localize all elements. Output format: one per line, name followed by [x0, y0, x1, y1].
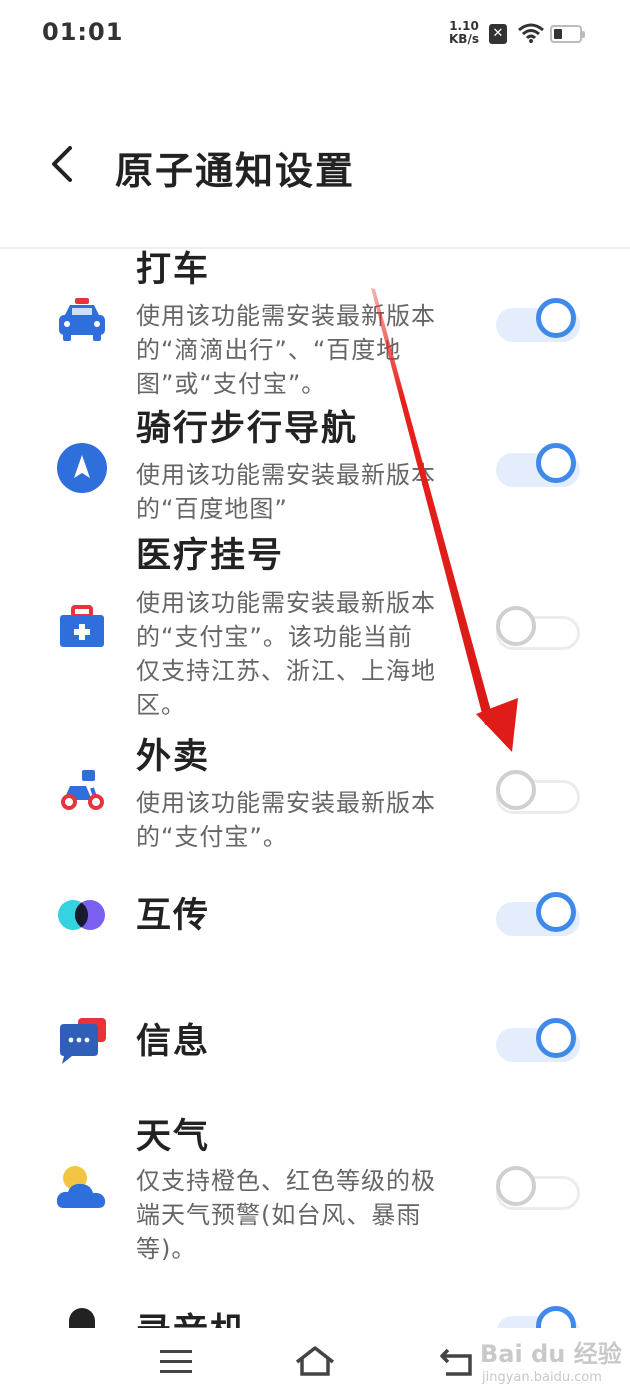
- setting-row-taxi: 打车 使用该功能需安装最新版本的“滴滴出行”、“百度地图”或“支付宝”。: [0, 250, 630, 400]
- setting-title: 天气: [136, 1117, 211, 1157]
- scooter-icon: [61, 770, 104, 810]
- header-divider: [0, 247, 630, 249]
- setting-title: 打车: [136, 250, 211, 290]
- watermark-logo: Bai du 经验: [480, 1340, 622, 1368]
- setting-description: 使用该功能需安装最新版本的“滴滴出行”、“百度地图”或“支付宝”。: [136, 302, 436, 398]
- navigation-icon: [57, 443, 107, 493]
- setting-row-delivery: 外卖 使用该功能需安装最新版本的“支付宝”。: [0, 730, 630, 860]
- recorder-toggle[interactable]: [496, 1304, 580, 1328]
- battery-icon: [550, 25, 585, 43]
- speed-unit: KB/s: [449, 32, 479, 46]
- recorder-icon: [69, 1308, 95, 1328]
- network-speed: 1.10 KB/s: [449, 20, 479, 46]
- page-title: 原子通知设置: [115, 149, 356, 193]
- watermark-url: jingyan.baidu.com: [482, 1370, 602, 1385]
- message-toggle[interactable]: [496, 1016, 580, 1062]
- setting-description: 使用该功能需安装最新版本的“支付宝”。该功能当前仅支持江苏、浙江、上海地区。: [136, 589, 436, 719]
- menu-icon[interactable]: [154, 1342, 198, 1382]
- status-bar: 01:01 1.10 KB/s ✕: [0, 0, 630, 70]
- setting-title: 医疗挂号: [136, 536, 285, 576]
- setting-row-weather: 天气 仅支持橙色、红色等级的极端天气预警(如台风、暴雨等)。: [0, 1112, 630, 1302]
- setting-row-navigation: 骑行步行导航 使用该功能需安装最新版本的“百度地图”: [0, 402, 630, 532]
- no-sim-icon: ✕: [489, 24, 507, 44]
- setting-description: 使用该功能需安装最新版本的“百度地图”: [136, 461, 436, 523]
- taxi-icon: [59, 298, 105, 341]
- setting-row-recorder: 录音机: [0, 1304, 630, 1328]
- setting-row-medical: 医疗挂号 使用该功能需安装最新版本的“支付宝”。该功能当前仅支持江苏、浙江、上海…: [0, 534, 630, 724]
- setting-title: 录音机: [136, 1310, 247, 1328]
- status-time: 01:01: [42, 18, 124, 46]
- setting-description: 使用该功能需安装最新版本的“支付宝”。: [136, 789, 436, 851]
- weather-toggle[interactable]: [496, 1164, 580, 1210]
- transfer-icon: [58, 900, 105, 930]
- navigation-toggle[interactable]: [496, 441, 580, 487]
- home-icon[interactable]: [293, 1342, 337, 1382]
- setting-description: 仅支持橙色、红色等级的极端天气预警(如台风、暴雨等)。: [136, 1167, 436, 1263]
- transfer-toggle[interactable]: [496, 890, 580, 936]
- back-chevron-icon[interactable]: [42, 142, 86, 186]
- medical-kit-icon: [60, 605, 104, 647]
- taxi-toggle[interactable]: [496, 296, 580, 342]
- delivery-toggle[interactable]: [496, 768, 580, 814]
- setting-row-message: 信息: [0, 992, 630, 1102]
- return-icon[interactable]: [434, 1342, 478, 1382]
- setting-title: 互传: [136, 896, 211, 936]
- weather-icon: [56, 1166, 106, 1208]
- setting-title: 信息: [136, 1022, 211, 1062]
- setting-title: 骑行步行导航: [136, 409, 359, 449]
- settings-list[interactable]: 打车 使用该功能需安装最新版本的“滴滴出行”、“百度地图”或“支付宝”。 骑行步…: [0, 250, 630, 1328]
- setting-title: 外卖: [136, 737, 211, 777]
- message-icon: [60, 1018, 106, 1064]
- page-header: 原子通知设置: [0, 120, 630, 210]
- setting-row-transfer: 互传: [0, 866, 630, 976]
- medical-toggle[interactable]: [496, 604, 580, 650]
- wifi-icon: [518, 23, 544, 43]
